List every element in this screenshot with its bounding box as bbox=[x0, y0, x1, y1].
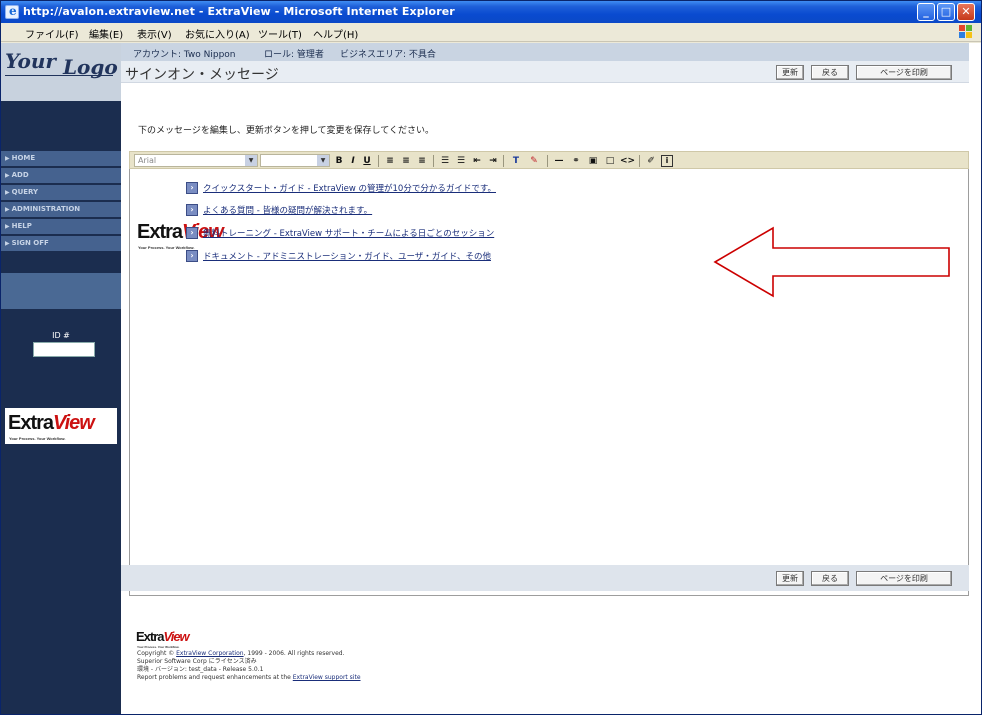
sidebar-item-sign-off[interactable]: ▶ SIGN OFF bbox=[1, 236, 121, 251]
footer-text: Copyright © ExtraView Corporation, 1999 … bbox=[137, 650, 361, 682]
ie-icon bbox=[5, 4, 19, 19]
footer-extraview-logo: ExtraView Your Process. Your Workflow. bbox=[135, 628, 205, 649]
underline-icon[interactable]: U bbox=[362, 155, 372, 167]
title-bar: http://avalon.extraview.net - ExtraView … bbox=[1, 1, 981, 23]
menu-bar: ファイル(F) 編集(E) 表示(V) お気に入り(A) ツール(T) ヘルプ(… bbox=[1, 23, 981, 42]
source-code-icon[interactable]: <> bbox=[620, 155, 635, 167]
text-color-icon[interactable]: T bbox=[509, 155, 523, 167]
sidebar: Your Logo ▶ HOME ▶ ADD ▶ QUERY ▶ ADMINISTRAT… bbox=[1, 43, 121, 714]
toolbar-divider bbox=[503, 155, 504, 167]
menu-tools[interactable]: ツール(T) bbox=[258, 26, 302, 41]
arrow-right-icon: ▶ bbox=[5, 206, 10, 213]
annotation-arrow bbox=[713, 226, 950, 298]
ordered-list-icon[interactable]: ☰ bbox=[439, 155, 451, 167]
italic-icon[interactable]: I bbox=[348, 155, 358, 167]
copyright-link[interactable]: ExtraView Corporation bbox=[176, 650, 243, 657]
your-logo: Your Logo bbox=[5, 49, 118, 79]
link-faq[interactable]: よくある質問 - 皆様の疑問が解決されます。 bbox=[203, 204, 372, 216]
align-center-icon[interactable]: ≡ bbox=[400, 155, 412, 167]
arrow-right-icon: ▶ bbox=[5, 189, 10, 196]
account-label: アカウント: Two Nippon bbox=[133, 50, 236, 60]
toolbar-divider bbox=[547, 155, 548, 167]
bottom-bar: 更新 戻る ページを印刷 bbox=[121, 565, 969, 591]
arrow-bullet-icon: › bbox=[186, 250, 198, 262]
title-row: サインオン・メッセージ 更新 戻る ページを印刷 bbox=[121, 61, 969, 83]
arrow-right-icon: ▶ bbox=[5, 240, 10, 247]
chevron-down-icon: ▼ bbox=[245, 155, 257, 166]
arrow-bullet-icon: › bbox=[186, 204, 198, 216]
sidebar-spacer bbox=[1, 273, 121, 309]
window-title: http://avalon.extraview.net - ExtraView … bbox=[23, 5, 455, 18]
update-button-bottom[interactable]: 更新 bbox=[776, 571, 804, 586]
chevron-down-icon: ▼ bbox=[317, 155, 329, 166]
sidebar-item-help[interactable]: ▶ HELP bbox=[1, 219, 121, 234]
toolbar-divider bbox=[378, 155, 379, 167]
info-icon[interactable]: i bbox=[661, 155, 673, 167]
business-area-label: ビジネスエリア: 不具合 bbox=[340, 50, 436, 60]
editor-toolbar: Arial ▼ ▼ B I U ≡ ≡ ≡ ☰ ☰ ⇤ ⇥ T ✎ — ⚭ ▣ □ bbox=[129, 151, 969, 169]
close-button[interactable]: ✕ bbox=[957, 3, 975, 21]
menu-edit[interactable]: 編集(E) bbox=[89, 26, 123, 41]
unordered-list-icon[interactable]: ☰ bbox=[455, 155, 467, 167]
page-title: サインオン・メッセージ bbox=[125, 67, 279, 83]
link-documentation[interactable]: ドキュメント - アドミニストレーション・ガイド、ユーザ・ガイド、その他 bbox=[203, 250, 491, 262]
instruction-text: 下のメッセージを編集し、更新ボタンを押して変更を保存してください。 bbox=[138, 126, 435, 136]
arrow-right-icon: ▶ bbox=[5, 155, 10, 162]
font-size-select[interactable]: ▼ bbox=[260, 154, 330, 167]
align-right-icon[interactable]: ≡ bbox=[416, 155, 428, 167]
arrow-bullet-icon: › bbox=[186, 227, 198, 239]
id-label: ID # bbox=[52, 331, 70, 340]
your-logo-word1: Your bbox=[5, 49, 56, 73]
license-line: Superior Software Corp にライセンス済み bbox=[137, 658, 257, 665]
table-icon[interactable]: □ bbox=[603, 155, 617, 167]
bold-icon[interactable]: B bbox=[334, 155, 344, 167]
sidebar-item-administration[interactable]: ▶ ADMINISTRATION bbox=[1, 202, 121, 217]
back-button[interactable]: 戻る bbox=[811, 65, 849, 80]
link-training[interactable]: 無料トレーニング - ExtraView サポート・チームによる日ごとのセッショ… bbox=[203, 227, 494, 239]
sidebar-item-query[interactable]: ▶ QUERY bbox=[1, 185, 121, 200]
update-button[interactable]: 更新 bbox=[776, 65, 804, 80]
role-label: ロール: 管理者 bbox=[264, 50, 324, 60]
menu-view[interactable]: 表示(V) bbox=[137, 26, 172, 41]
header-bar: アカウント: Two Nippon ロール: 管理者 ビジネスエリア: 不具合 bbox=[121, 43, 969, 61]
align-left-icon[interactable]: ≡ bbox=[384, 155, 396, 167]
copyright-line: Copyright © ExtraView Corporation, 1999 … bbox=[137, 650, 345, 657]
horizontal-rule-icon[interactable]: — bbox=[552, 155, 566, 167]
support-site-link[interactable]: ExtraView support site bbox=[293, 674, 361, 681]
maximize-button[interactable]: □ bbox=[937, 3, 955, 21]
print-page-button[interactable]: ページを印刷 bbox=[856, 65, 952, 80]
link-quickstart[interactable]: クイックスタート・ガイド - ExtraView の管理が10分で分かるガイドで… bbox=[203, 182, 496, 194]
sidebar-item-add[interactable]: ▶ ADD bbox=[1, 168, 121, 183]
print-page-button-bottom[interactable]: ページを印刷 bbox=[856, 571, 952, 586]
indent-icon[interactable]: ⇥ bbox=[487, 155, 499, 167]
menu-favorites[interactable]: お気に入り(A) bbox=[185, 26, 250, 41]
sidebar-item-home[interactable]: ▶ HOME bbox=[1, 151, 121, 166]
sidebar-nav: ▶ HOME ▶ ADD ▶ QUERY ▶ ADMINISTRATION ▶ HELP … bbox=[1, 151, 121, 253]
arrow-right-icon: ▶ bbox=[5, 172, 10, 179]
arrow-right-icon: ▶ bbox=[5, 223, 10, 230]
sidebar-extraview-logo: ExtraView Your Process. Your Workflow. bbox=[5, 408, 117, 444]
id-input[interactable] bbox=[33, 342, 95, 357]
minimize-button[interactable]: _ bbox=[917, 3, 935, 21]
your-logo-word2: Logo bbox=[62, 55, 118, 79]
version-line: 環境 - バージョン: test_data - Release 5.0.1 bbox=[137, 666, 264, 673]
page-content: Your Logo ▶ HOME ▶ ADD ▶ QUERY ▶ ADMINISTRAT… bbox=[1, 43, 981, 714]
menu-file[interactable]: ファイル(F) bbox=[25, 26, 79, 41]
windows-logo-icon bbox=[959, 25, 973, 39]
font-name-select[interactable]: Arial ▼ bbox=[134, 154, 258, 167]
back-button-bottom[interactable]: 戻る bbox=[811, 571, 849, 586]
highlight-color-icon[interactable]: ✎ bbox=[527, 155, 541, 167]
spellcheck-icon[interactable]: ✐ bbox=[644, 155, 658, 167]
browser-window: http://avalon.extraview.net - ExtraView … bbox=[0, 0, 982, 715]
report-line: Report problems and request enhancements… bbox=[137, 674, 361, 681]
outdent-icon[interactable]: ⇤ bbox=[471, 155, 483, 167]
toolbar-divider bbox=[433, 155, 434, 167]
image-icon[interactable]: ▣ bbox=[586, 155, 600, 167]
toolbar-divider bbox=[639, 155, 640, 167]
link-icon[interactable]: ⚭ bbox=[569, 155, 583, 167]
menu-help[interactable]: ヘルプ(H) bbox=[313, 26, 358, 41]
logo-area: Your Logo bbox=[1, 43, 121, 101]
arrow-bullet-icon: › bbox=[186, 182, 198, 194]
